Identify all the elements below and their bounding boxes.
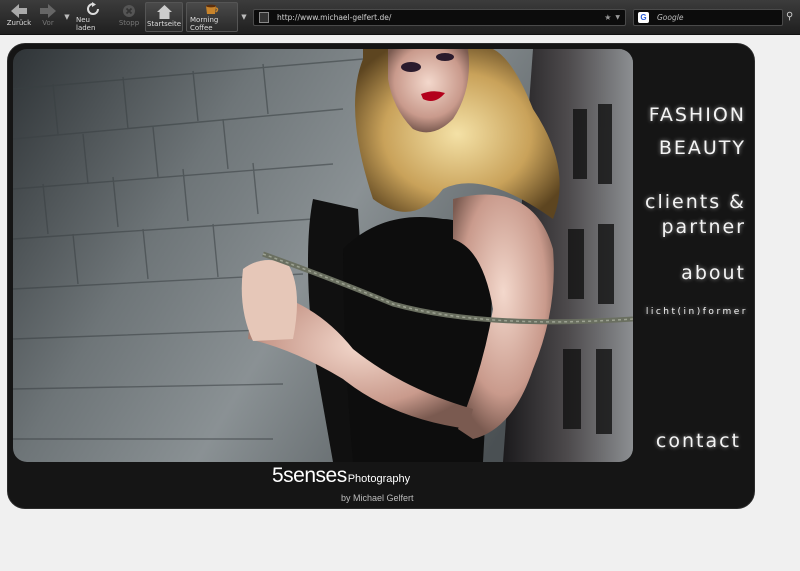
stop-button[interactable]: Stopp (118, 2, 140, 32)
chevron-down-icon[interactable]: ▼ (615, 14, 620, 21)
back-arrow-icon (11, 3, 27, 18)
home-button[interactable]: Startseite (145, 2, 183, 32)
search-placeholder: Google (657, 13, 684, 22)
address-bar[interactable]: http://www.michael-gelfert.de/ ★ ▼ (253, 9, 626, 26)
nav-clients-line1[interactable]: clients & (645, 191, 746, 213)
brand-logo: 5sensesPhotography by Michael Gelfert (272, 464, 414, 503)
stop-icon (123, 4, 135, 17)
back-label: Zurück (6, 19, 32, 27)
search-bar[interactable]: G Google (633, 9, 783, 26)
reload-label: Neu laden (76, 16, 96, 32)
coffee-cup-icon (206, 4, 219, 14)
forward-arrow-icon (40, 3, 56, 18)
search-icon[interactable]: ⚲ (786, 11, 793, 22)
reload-icon (87, 2, 99, 15)
nav-lichtformer[interactable]: licht(in)former (646, 307, 748, 317)
reload-button[interactable]: Neu laden (76, 2, 110, 32)
url-text: http://www.michael-gelfert.de/ (277, 13, 392, 22)
browser-toolbar: Zurück Vor ▼ Neu laden Stopp Startseite … (0, 0, 800, 35)
nav-fashion[interactable]: FASHION (649, 104, 746, 126)
nav-clients-line2[interactable]: partner (661, 216, 746, 238)
home-label: Startseite (146, 20, 182, 28)
home-icon (156, 4, 172, 19)
hero-photo (13, 49, 633, 462)
google-icon[interactable]: G (638, 12, 649, 23)
fashion-model-illustration (13, 49, 633, 462)
star-icon[interactable]: ★ (604, 13, 611, 22)
stop-label: Stopp (118, 19, 140, 27)
bookmark-morning-coffee[interactable]: Morning Coffee (186, 2, 238, 32)
site-nav: FASHION BEAUTY clients & partner about l… (632, 49, 750, 462)
bookmark-dropdown[interactable]: ▼ (240, 6, 248, 28)
nav-contact[interactable]: contact (656, 430, 741, 452)
brand-name: 5senses (272, 464, 347, 487)
nav-beauty[interactable]: BEAUTY (659, 137, 746, 159)
back-button[interactable]: Zurück (6, 2, 32, 32)
brand-byline: by Michael Gelfert (341, 493, 414, 503)
chevron-down-icon: ▼ (241, 13, 247, 21)
chevron-down-icon: ▼ (64, 13, 70, 21)
forward-button[interactable]: Vor (38, 2, 58, 32)
forward-label: Vor (42, 19, 54, 27)
bookmark-label: Morning Coffee (190, 16, 219, 32)
page-icon (259, 12, 269, 23)
brand-photography: Photography (347, 473, 411, 485)
nav-about[interactable]: about (681, 262, 746, 284)
history-dropdown[interactable]: ▼ (63, 6, 71, 28)
